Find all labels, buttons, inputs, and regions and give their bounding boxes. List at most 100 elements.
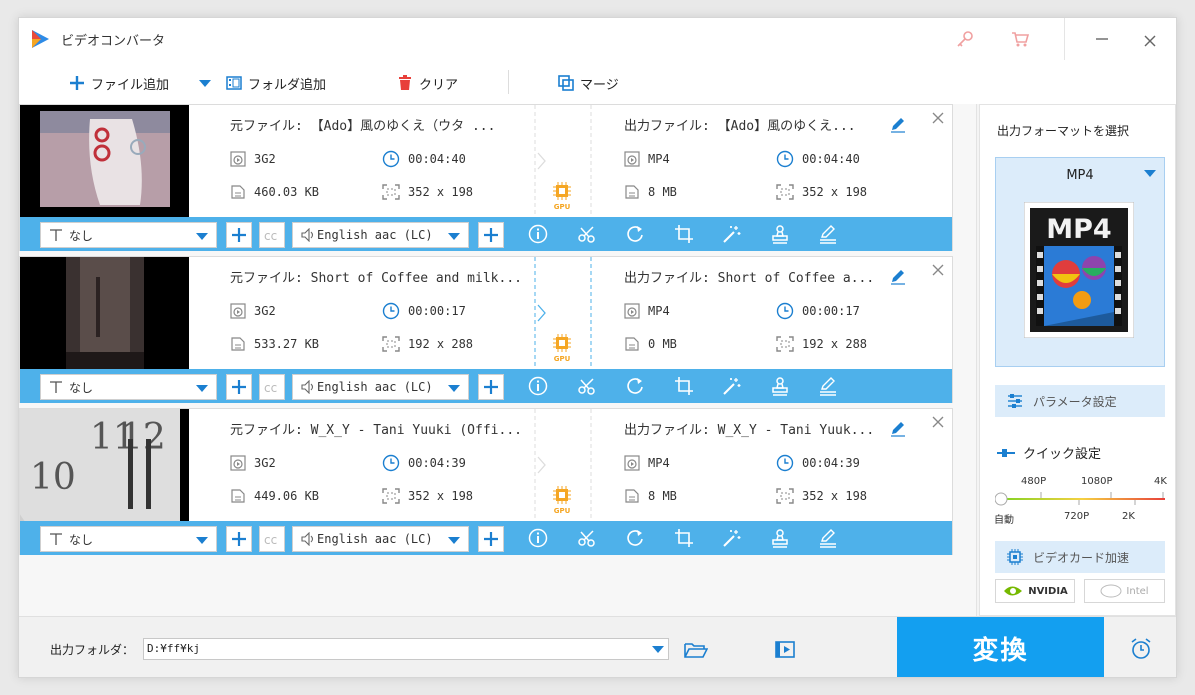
watermark-stamp-icon[interactable] — [770, 224, 790, 244]
output-size: 8 MB — [648, 489, 677, 503]
chip-icon — [1007, 549, 1023, 565]
crop-icon[interactable] — [674, 528, 694, 548]
subtitle-edit-icon[interactable] — [818, 376, 838, 396]
source-size-icon — [231, 337, 245, 351]
output-resolution-icon — [776, 488, 794, 504]
rotate-icon[interactable] — [625, 528, 645, 548]
subtitle-select[interactable]: なし — [40, 526, 217, 552]
info-icon[interactable] — [528, 376, 548, 396]
add-audio-button[interactable] — [478, 374, 504, 400]
crop-icon[interactable] — [674, 224, 694, 244]
output-format-icon — [624, 303, 640, 319]
output-duration-icon — [776, 302, 794, 320]
scissors-icon[interactable] — [577, 376, 597, 396]
output-file-name: 出力ファイル: 【Ado】風のゆくえ... — [624, 119, 856, 134]
add-file-label: ファイル追加 — [91, 77, 170, 93]
edit-name-pen-icon[interactable] — [889, 419, 907, 437]
remove-item-icon[interactable] — [931, 263, 945, 277]
subtitle-select[interactable]: なし — [40, 374, 217, 400]
gpu-chip-icon: GPU — [553, 182, 571, 211]
res-label-720p: 720P — [1064, 511, 1090, 522]
audio-dropdown-icon — [448, 537, 460, 544]
audio-track-value: English aac (LC) — [317, 228, 433, 242]
cart-icon[interactable] — [1009, 28, 1031, 50]
effects-wand-icon[interactable] — [722, 376, 742, 396]
mp4-badge-text: MP4 — [1046, 214, 1111, 245]
subtitle-select[interactable]: なし — [40, 222, 217, 248]
closed-caption-button[interactable]: cc — [259, 526, 285, 552]
info-icon[interactable] — [528, 224, 548, 244]
merge-button[interactable]: マージ — [558, 72, 619, 94]
output-size-icon — [625, 489, 639, 503]
video-thumbnail[interactable] — [20, 105, 189, 217]
audio-track-select[interactable]: English aac (LC) — [292, 526, 469, 552]
video-thumbnail[interactable] — [20, 257, 189, 369]
scissors-icon[interactable] — [577, 224, 597, 244]
subtitle-value: なし — [69, 228, 94, 243]
convert-button[interactable]: 変換 — [897, 617, 1104, 677]
text-t-icon — [50, 533, 62, 545]
subtitle-edit-icon[interactable] — [818, 224, 838, 244]
nvidia-button[interactable]: NVIDIA — [995, 579, 1075, 603]
add-subtitle-button[interactable] — [226, 526, 252, 552]
output-folder-dropdown-icon[interactable] — [652, 646, 664, 653]
video-thumbnail[interactable]: 111210 — [20, 409, 189, 521]
open-folder-icon[interactable] — [684, 641, 708, 659]
closed-caption-button[interactable]: cc — [259, 222, 285, 248]
output-format-selector[interactable]: MP4 MP4 — [995, 157, 1165, 367]
subtitle-dropdown-icon — [196, 537, 208, 544]
quality-slider-thumb[interactable] — [995, 492, 1008, 506]
source-resolution-icon — [382, 184, 400, 200]
effects-wand-icon[interactable] — [722, 528, 742, 548]
source-duration-icon — [382, 150, 400, 168]
rotate-icon[interactable] — [625, 376, 645, 396]
add-subtitle-button[interactable] — [226, 222, 252, 248]
add-subtitle-button[interactable] — [226, 374, 252, 400]
gpu-label: GPU — [554, 507, 571, 515]
watermark-stamp-icon[interactable] — [770, 376, 790, 396]
alarm-clock-icon[interactable] — [1129, 637, 1153, 661]
source-duration: 00:00:17 — [408, 304, 466, 318]
key-icon[interactable] — [954, 28, 976, 50]
source-resolution: 192 x 288 — [408, 337, 474, 351]
info-icon[interactable] — [528, 528, 548, 548]
add-file-dropdown-icon[interactable] — [199, 80, 211, 88]
add-file-button[interactable]: ファイル追加 — [69, 72, 169, 94]
source-file-name: 元ファイル: W_X_Y - Tani Yuuki (Offi... — [230, 423, 522, 438]
gpu-acceleration-button[interactable]: ビデオカード加速 — [995, 541, 1165, 573]
intel-button[interactable]: Intel — [1084, 579, 1165, 603]
source-file-name: 元ファイル: Short of Coffee and milk... — [230, 271, 522, 286]
bottom-bar: 出力フォルダ： D:¥ff¥kj 変換 — [19, 616, 1176, 677]
close-window-icon[interactable] — [1139, 30, 1161, 52]
output-resolution-icon — [776, 184, 794, 200]
add-folder-button[interactable]: フォルダ追加 — [226, 72, 326, 94]
subtitle-edit-icon[interactable] — [818, 528, 838, 548]
edit-name-pen-icon[interactable] — [889, 267, 907, 285]
source-duration-icon — [382, 302, 400, 320]
clear-button[interactable]: クリア — [397, 72, 458, 94]
audio-track-select[interactable]: English aac (LC) — [292, 222, 469, 248]
watermark-stamp-icon[interactable] — [770, 528, 790, 548]
effects-wand-icon[interactable] — [722, 224, 742, 244]
edit-name-pen-icon[interactable] — [889, 115, 907, 133]
rotate-icon[interactable] — [625, 224, 645, 244]
add-audio-button[interactable] — [478, 222, 504, 248]
subtitle-value: なし — [69, 380, 94, 395]
minimize-icon[interactable] — [1091, 28, 1113, 50]
quality-slider[interactable] — [995, 489, 1169, 509]
source-size: 460.03 KB — [254, 185, 320, 199]
cc-icon: cc — [264, 533, 277, 547]
gpu-label: GPU — [554, 355, 571, 363]
video-folder-icon[interactable] — [775, 639, 797, 659]
remove-item-icon[interactable] — [931, 415, 945, 429]
format-panel-title: 出力フォーマットを選択 — [997, 124, 1130, 138]
output-folder-field[interactable]: D:¥ff¥kj — [143, 638, 669, 660]
closed-caption-button[interactable]: cc — [259, 374, 285, 400]
audio-track-select[interactable]: English aac (LC) — [292, 374, 469, 400]
remove-item-icon[interactable] — [931, 111, 945, 125]
scissors-icon[interactable] — [577, 528, 597, 548]
source-format-icon — [230, 303, 246, 319]
add-audio-button[interactable] — [478, 526, 504, 552]
parameter-settings-button[interactable]: パラメータ設定 — [995, 385, 1165, 417]
crop-icon[interactable] — [674, 376, 694, 396]
